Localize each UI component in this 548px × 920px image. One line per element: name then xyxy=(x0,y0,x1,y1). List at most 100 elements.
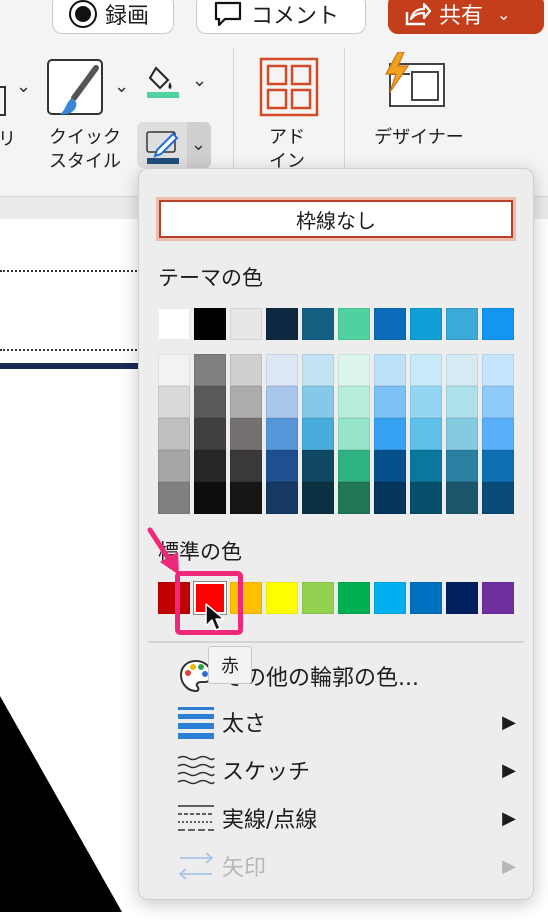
theme-shade-swatch[interactable] xyxy=(266,386,298,418)
partial-left-icon[interactable] xyxy=(0,86,6,116)
chevron-down-icon[interactable]: ⌄ xyxy=(191,134,206,155)
share-icon xyxy=(405,2,431,26)
standard-color-swatch[interactable] xyxy=(374,582,406,614)
no-outline-button[interactable]: 枠線なし xyxy=(159,200,513,238)
theme-shade-swatch[interactable] xyxy=(446,482,478,514)
theme-shade-swatch[interactable] xyxy=(158,354,190,386)
theme-shade-swatch[interactable] xyxy=(230,482,262,514)
theme-shade-swatch[interactable] xyxy=(266,418,298,450)
theme-color-swatch[interactable] xyxy=(230,308,262,340)
chevron-down-icon[interactable]: ⌄ xyxy=(192,70,207,91)
theme-color-swatch[interactable] xyxy=(158,308,190,340)
theme-shade-swatch[interactable] xyxy=(374,354,406,386)
theme-color-swatch[interactable] xyxy=(338,308,370,340)
theme-shade-swatch[interactable] xyxy=(482,354,514,386)
theme-shade-swatch[interactable] xyxy=(410,482,442,514)
theme-shade-swatch[interactable] xyxy=(302,418,334,450)
ribbon-separator xyxy=(233,48,234,178)
theme-shade-swatch[interactable] xyxy=(410,354,442,386)
record-button[interactable]: 録画 xyxy=(52,0,174,34)
theme-shade-swatch[interactable] xyxy=(302,482,334,514)
theme-shade-swatch[interactable] xyxy=(194,418,226,450)
theme-color-swatch[interactable] xyxy=(446,308,478,340)
theme-shade-swatch[interactable] xyxy=(302,450,334,482)
sketch-icon xyxy=(176,750,216,790)
theme-color-swatch[interactable] xyxy=(374,308,406,340)
theme-color-swatch[interactable] xyxy=(410,308,442,340)
theme-shade-swatch[interactable] xyxy=(374,418,406,450)
theme-color-swatch[interactable] xyxy=(482,308,514,340)
theme-shade-swatch[interactable] xyxy=(338,450,370,482)
theme-shade-swatch[interactable] xyxy=(482,450,514,482)
theme-shade-swatch[interactable] xyxy=(338,354,370,386)
chevron-down-icon[interactable]: ⌄ xyxy=(16,76,31,97)
theme-shade-swatch[interactable] xyxy=(194,450,226,482)
theme-shade-swatch[interactable] xyxy=(446,386,478,418)
standard-color-swatch[interactable] xyxy=(266,582,298,614)
weight-item[interactable]: 太さ ▶ xyxy=(150,700,524,744)
theme-shade-swatch[interactable] xyxy=(482,418,514,450)
theme-shade-swatch[interactable] xyxy=(338,418,370,450)
theme-shade-swatch[interactable] xyxy=(266,450,298,482)
quick-style-label: クイック スタイル xyxy=(49,127,121,172)
theme-shade-swatch[interactable] xyxy=(302,354,334,386)
slide-dotted-line[interactable] xyxy=(0,349,140,351)
slide-dotted-line[interactable] xyxy=(0,270,140,272)
addin-label: アド イン xyxy=(269,127,305,172)
theme-shade-swatch[interactable] xyxy=(230,450,262,482)
theme-shade-swatch[interactable] xyxy=(446,450,478,482)
theme-shade-swatch[interactable] xyxy=(482,482,514,514)
theme-shade-swatch[interactable] xyxy=(158,386,190,418)
weight-label: 太さ xyxy=(222,712,267,737)
theme-shade-swatch[interactable] xyxy=(230,354,262,386)
theme-shade-swatch[interactable] xyxy=(266,354,298,386)
standard-color-swatch[interactable] xyxy=(410,582,442,614)
theme-shade-swatch[interactable] xyxy=(230,386,262,418)
theme-shade-swatch[interactable] xyxy=(446,418,478,450)
standard-color-swatch[interactable] xyxy=(302,582,334,614)
chevron-down-icon[interactable]: ⌄ xyxy=(114,76,129,97)
dashes-label: 実線/点線 xyxy=(222,808,318,833)
standard-color-swatch[interactable] xyxy=(482,582,514,614)
theme-shade-swatch[interactable] xyxy=(482,386,514,418)
standard-color-swatch[interactable] xyxy=(338,582,370,614)
theme-color-swatch[interactable] xyxy=(302,308,334,340)
theme-shade-swatch[interactable] xyxy=(338,482,370,514)
theme-shade-swatch[interactable] xyxy=(374,386,406,418)
comment-button[interactable]: コメント xyxy=(196,0,366,34)
theme-shade-swatch[interactable] xyxy=(446,354,478,386)
dashes-item[interactable]: 実線/点線 ▶ xyxy=(150,796,524,840)
theme-shade-swatch[interactable] xyxy=(158,418,190,450)
designer-button[interactable] xyxy=(382,51,448,112)
record-icon xyxy=(69,0,97,28)
more-outline-colors-item[interactable]: その他の輪郭の色... xyxy=(150,654,524,698)
theme-shade-swatch[interactable] xyxy=(410,418,442,450)
dash-icon xyxy=(176,798,216,838)
quick-style-button[interactable] xyxy=(44,58,108,120)
shape-outline-button[interactable]: ⌄ xyxy=(137,122,211,168)
theme-shade-swatch[interactable] xyxy=(410,450,442,482)
theme-shade-swatch[interactable] xyxy=(230,418,262,450)
theme-shade-swatch[interactable] xyxy=(158,450,190,482)
theme-color-swatch[interactable] xyxy=(266,308,298,340)
sketch-item[interactable]: スケッチ ▶ xyxy=(150,748,524,792)
theme-shade-swatch[interactable] xyxy=(266,482,298,514)
slide-navy-bar[interactable] xyxy=(0,363,140,369)
theme-shade-swatch[interactable] xyxy=(158,482,190,514)
share-button[interactable]: 共有 ⌄ xyxy=(388,0,544,34)
weight-icon xyxy=(176,702,216,742)
shape-fill-button[interactable] xyxy=(144,62,184,102)
addin-button[interactable] xyxy=(258,56,320,118)
slide-black-shape[interactable] xyxy=(0,660,160,920)
theme-shade-swatch[interactable] xyxy=(194,354,226,386)
theme-shade-swatch[interactable] xyxy=(338,386,370,418)
theme-shade-swatch[interactable] xyxy=(374,450,406,482)
theme-shade-swatch[interactable] xyxy=(194,482,226,514)
theme-shade-swatch[interactable] xyxy=(374,482,406,514)
theme-shade-swatch[interactable] xyxy=(410,386,442,418)
theme-color-swatch[interactable] xyxy=(194,308,226,340)
ribbon: 録画 コメント 共有 ⌄ ⌄ リ ⌄ クイック スタイル ⌄ ⌄ アド イン デ… xyxy=(0,0,548,196)
standard-color-swatch[interactable] xyxy=(446,582,478,614)
theme-shade-swatch[interactable] xyxy=(194,386,226,418)
theme-shade-swatch[interactable] xyxy=(302,386,334,418)
